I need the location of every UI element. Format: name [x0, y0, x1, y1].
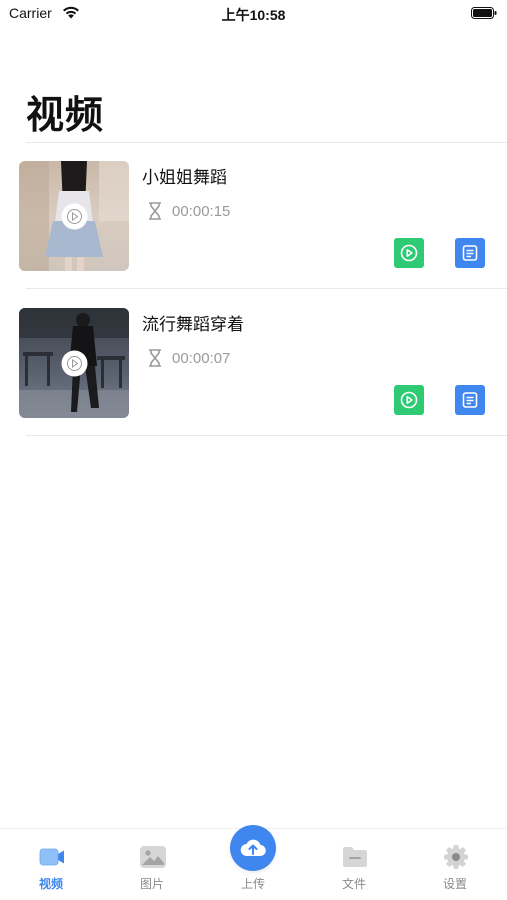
row-divider [26, 288, 507, 289]
duration-row: 00:00:15 [147, 201, 230, 221]
folder-icon [343, 847, 367, 867]
video-thumbnail[interactable] [19, 308, 129, 418]
video-list-item[interactable]: 小姐姐舞蹈 00:00:15 [0, 143, 507, 289]
tab-videos[interactable]: 视频 [21, 839, 81, 895]
hourglass-icon [149, 202, 161, 220]
video-duration: 00:00:15 [172, 202, 231, 220]
play-button[interactable] [394, 238, 424, 268]
status-bar: Carrier 上午10:58 [0, 0, 507, 28]
play-circle-icon [400, 391, 418, 409]
page-title: 视频 [26, 93, 105, 137]
gear-icon [444, 845, 468, 869]
play-circle-icon [400, 244, 418, 262]
video-duration: 00:00:07 [172, 349, 231, 367]
video-title: 小姐姐舞蹈 [142, 168, 227, 188]
tab-settings[interactable]: 设置 [425, 839, 485, 895]
image-icon [140, 846, 166, 868]
tab-label: 视频 [38, 877, 63, 891]
document-icon [462, 392, 478, 408]
play-overlay-icon [61, 350, 88, 377]
detail-button[interactable] [455, 385, 485, 415]
tab-label: 设置 [442, 877, 467, 891]
video-thumbnail[interactable] [19, 161, 129, 271]
status-time: 上午10:58 [221, 7, 286, 23]
tab-label: 上传 [240, 877, 265, 891]
tab-photos[interactable]: 图片 [122, 839, 182, 895]
document-icon [462, 245, 478, 261]
tab-label: 文件 [341, 877, 366, 891]
tab-files[interactable]: 文件 [324, 839, 384, 895]
battery-icon [471, 7, 497, 19]
tab-upload[interactable]: 上传 [223, 825, 283, 895]
upload-button[interactable] [230, 825, 276, 871]
cloud-upload-icon [240, 839, 266, 857]
hourglass-icon [149, 349, 161, 367]
detail-button[interactable] [455, 238, 485, 268]
video-list-item[interactable]: 流行舞蹈穿着 00:00:07 [0, 290, 507, 436]
video-icon [39, 848, 64, 866]
play-button[interactable] [394, 385, 424, 415]
duration-row: 00:00:07 [147, 348, 230, 368]
tab-label: 图片 [139, 877, 164, 891]
row-divider [26, 435, 507, 436]
play-overlay-icon [61, 203, 88, 230]
video-title: 流行舞蹈穿着 [142, 315, 244, 335]
tab-bar: 视频 图片 上传 文件 设置 [0, 825, 507, 900]
